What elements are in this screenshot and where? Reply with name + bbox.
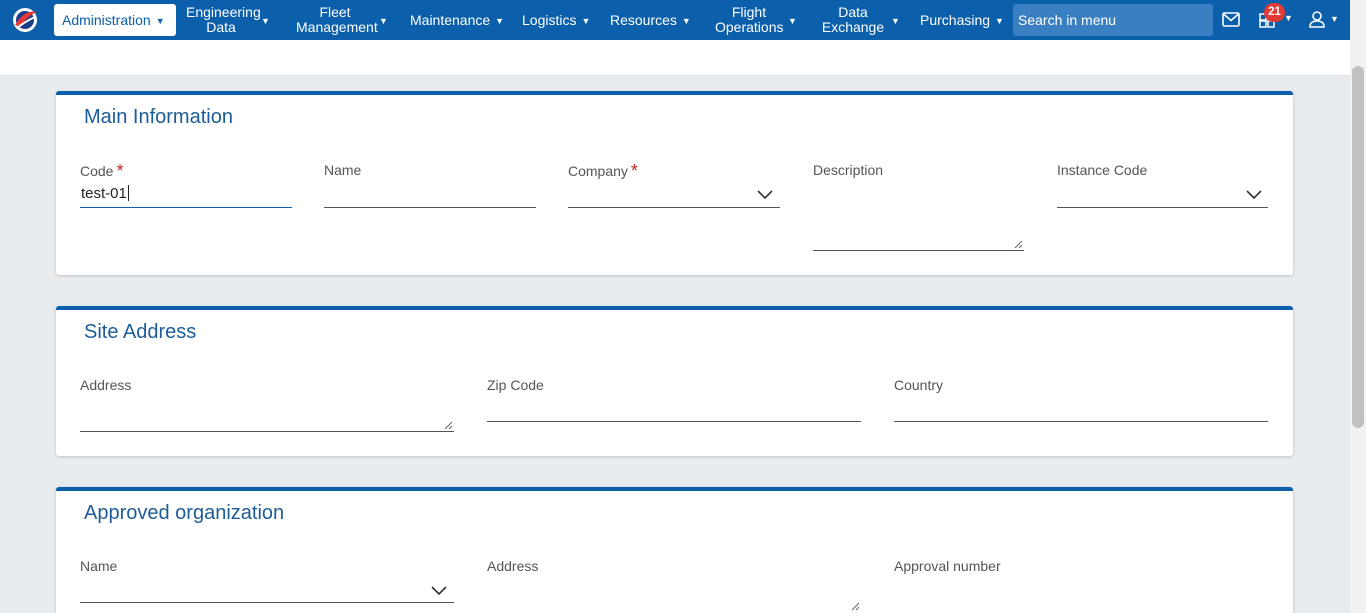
text-cursor (127, 185, 129, 201)
address-label: Address (80, 377, 132, 393)
company-label: Company * (568, 161, 638, 181)
menu-search-input[interactable] (1013, 4, 1213, 36)
required-marker: * (116, 161, 124, 181)
top-navigation: Administration ▼ Engineering Data ▼ Flee… (0, 0, 1350, 40)
required-marker: * (630, 161, 638, 181)
resize-handle-icon[interactable] (1014, 240, 1023, 249)
company-select[interactable] (568, 207, 780, 208)
site-address-section: Site Address Address Zip Code Country (56, 306, 1293, 456)
section-title: Main Information (84, 106, 233, 128)
nav-fleet-management[interactable]: Fleet Management ▼ (296, 0, 388, 40)
mail-icon[interactable] (1222, 12, 1240, 27)
address-textarea[interactable] (80, 431, 454, 432)
section-title: Site Address (84, 321, 197, 343)
resize-handle-icon[interactable] (444, 421, 453, 430)
nav-label: Administration (62, 11, 151, 28)
user-icon[interactable] (1309, 11, 1325, 28)
nav-engineering-data[interactable]: Engineering Data ▼ (186, 0, 270, 40)
country-label: Country (894, 377, 944, 393)
chevron-down-icon: ▼ (379, 16, 388, 26)
approved-organization-section: Approved organization Name Address Appro… (56, 487, 1293, 613)
chevron-down-icon[interactable]: ▼ (1330, 14, 1339, 24)
nav-maintenance[interactable]: Maintenance ▼ (410, 0, 504, 40)
chevron-down-icon: ▼ (995, 16, 1004, 26)
code-input[interactable]: test-01 (81, 185, 129, 202)
zip-code-input[interactable] (487, 421, 861, 422)
chevron-down-icon: ▼ (495, 16, 505, 26)
chevron-down-icon: ▼ (891, 16, 900, 26)
toolbar-area (0, 40, 1350, 76)
chevron-down-icon[interactable] (1246, 190, 1262, 200)
code-field-underline (80, 207, 292, 208)
organization-name-label: Name (80, 558, 118, 574)
notification-badge: 21 (1264, 3, 1285, 22)
chevron-down-icon: ▼ (155, 16, 165, 26)
resize-handle-icon[interactable] (851, 602, 860, 611)
nav-label: Maintenance (410, 11, 491, 28)
nav-label: Purchasing (920, 11, 991, 28)
scrollbar-thumb[interactable] (1352, 66, 1364, 428)
chevron-down-icon: ▼ (581, 16, 591, 26)
country-input[interactable] (894, 421, 1268, 422)
nav-label: Data Exchange (821, 4, 885, 35)
instance-code-select[interactable] (1057, 207, 1268, 208)
name-label: Name (324, 162, 362, 178)
nav-label: Logistics (522, 11, 577, 28)
nav-logistics[interactable]: Logistics ▼ (522, 0, 590, 40)
section-title: Approved organization (84, 502, 285, 524)
main-information-section: Main Information Code * test-01 Name Comp… (56, 91, 1293, 275)
nav-resources[interactable]: Resources ▼ (610, 0, 691, 40)
nav-flight-operations[interactable]: Flight Operations ▼ (715, 0, 797, 40)
description-textarea[interactable] (813, 250, 1024, 251)
chevron-down-icon[interactable] (757, 190, 773, 200)
chevron-down-icon: ▼ (788, 16, 797, 26)
code-label: Code * (80, 161, 124, 181)
zip-code-label: Zip Code (487, 377, 544, 393)
nav-data-exchange[interactable]: Data Exchange ▼ (820, 0, 900, 40)
organization-address-label: Address (487, 558, 539, 574)
name-input[interactable] (324, 207, 536, 208)
chevron-down-icon[interactable]: ▼ (1284, 13, 1293, 23)
nav-label: Engineering Data (186, 4, 261, 35)
instance-code-label: Instance Code (1057, 162, 1148, 178)
nav-label: Resources (610, 11, 677, 28)
nav-label: Flight Operations (715, 4, 784, 35)
chevron-down-icon: ▼ (681, 16, 691, 26)
chevron-down-icon[interactable] (431, 586, 447, 596)
nav-label: Fleet Management (296, 4, 378, 35)
nav-purchasing[interactable]: Purchasing ▼ (920, 0, 1004, 40)
organization-name-select[interactable] (80, 602, 454, 603)
description-label: Description (813, 162, 884, 178)
approval-number-label: Approval number (894, 558, 1001, 574)
chevron-down-icon: ▼ (261, 16, 270, 26)
nav-administration[interactable]: Administration ▼ (54, 4, 176, 36)
app-logo-icon[interactable] (10, 5, 40, 35)
